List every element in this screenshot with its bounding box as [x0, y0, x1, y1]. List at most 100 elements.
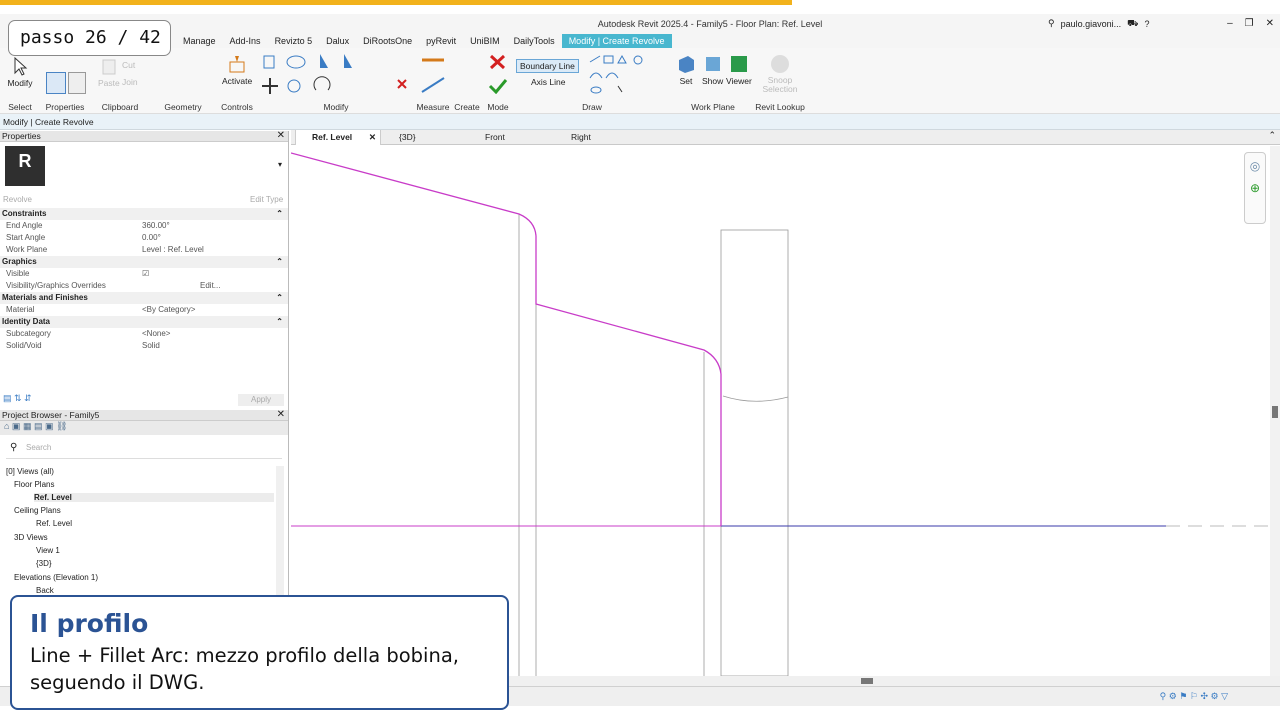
- tree-node-floor-plans[interactable]: Floor Plans: [14, 480, 54, 489]
- viewer-label: Viewer: [726, 76, 752, 86]
- tab-pyrevit[interactable]: pyRevit: [419, 36, 463, 46]
- horizontal-scroll-thumb[interactable]: [861, 678, 873, 684]
- tree-node-view1[interactable]: View 1: [36, 546, 60, 555]
- vertical-scrollbar[interactable]: [1270, 146, 1280, 676]
- apply-button[interactable]: Apply: [238, 394, 284, 406]
- category-graphics[interactable]: Graphics ⌃: [0, 256, 288, 268]
- tree-node-ref-level-ceiling[interactable]: Ref. Level: [36, 519, 72, 528]
- property-value[interactable]: Solid: [142, 340, 160, 352]
- tab-right[interactable]: Right: [555, 130, 639, 145]
- property-value[interactable]: <By Category>: [142, 304, 195, 316]
- navigation-bar[interactable]: ◎ ⊕: [1244, 152, 1266, 224]
- join-button[interactable]: Join: [122, 77, 138, 87]
- visible-checkbox[interactable]: ☑: [142, 268, 149, 280]
- modify-tools-icons[interactable]: [258, 50, 414, 100]
- tab-dailytools[interactable]: DailyTools: [507, 36, 562, 46]
- paste-button[interactable]: Paste: [98, 58, 120, 88]
- activate-button[interactable]: Activate: [222, 54, 252, 86]
- search-input[interactable]: Search: [26, 443, 51, 452]
- boundary-line-button[interactable]: Boundary Line: [516, 59, 579, 73]
- close-tab-icon[interactable]: ✕: [369, 130, 376, 145]
- property-value[interactable]: 0.00°: [142, 232, 161, 244]
- user-name[interactable]: paulo.giavoni...: [1061, 19, 1122, 29]
- property-value[interactable]: <None>: [142, 328, 170, 340]
- show-button[interactable]: Show: [702, 54, 723, 86]
- tab-dalux[interactable]: Dalux: [319, 36, 356, 46]
- tab-dirootsone[interactable]: DiRootsOne: [356, 36, 419, 46]
- category-materials[interactable]: Materials and Finishes ⌃: [0, 292, 288, 304]
- category-label: Identity Data: [2, 317, 51, 326]
- viewer-button[interactable]: Viewer: [726, 54, 752, 86]
- browser-header: Project Browser - Family5 ✕: [0, 409, 288, 421]
- properties-icon[interactable]: [46, 72, 66, 94]
- caption-title: Il profilo: [30, 609, 149, 638]
- type-selector[interactable]: R ▾: [0, 142, 288, 194]
- close-icon[interactable]: ✕: [277, 409, 285, 420]
- clipboard-group: Paste Cut Join Clipboard: [92, 48, 148, 114]
- measure-icon[interactable]: [416, 54, 452, 94]
- browser-search[interactable]: ⚲ Search: [6, 439, 282, 459]
- restore-icon[interactable]: ❐: [1245, 18, 1254, 29]
- chevron-down-icon[interactable]: ▾: [278, 160, 282, 169]
- tab-revizto[interactable]: Revizto 5: [268, 36, 320, 46]
- collapse-icon[interactable]: ⌃: [276, 292, 283, 304]
- tree-node-ref-level-floor[interactable]: Ref. Level: [34, 493, 274, 502]
- axis-line-button[interactable]: Axis Line: [531, 77, 566, 87]
- tree-node-ceiling-plans[interactable]: Ceiling Plans: [14, 506, 61, 515]
- tree-node-3d-views[interactable]: 3D Views: [14, 533, 48, 542]
- steering-wheel-icon[interactable]: ◎: [1245, 159, 1265, 173]
- sort-icons[interactable]: ▤ ⇅ ⇵: [3, 393, 32, 404]
- join-label: Join: [122, 77, 138, 87]
- tab-unibim[interactable]: UniBIM: [463, 36, 507, 46]
- tab-3d[interactable]: {3D}: [383, 130, 467, 145]
- finish-mode-icon[interactable]: [488, 78, 508, 94]
- cancel-mode-icon[interactable]: [488, 54, 508, 70]
- boundary-profile[interactable]: [290, 152, 722, 526]
- tab-modify-create-revolve[interactable]: Modify | Create Revolve: [561, 33, 672, 48]
- help-icon[interactable]: ?: [1144, 19, 1149, 29]
- binoculars-icon[interactable]: ⚲: [1048, 18, 1055, 29]
- category-identity[interactable]: Identity Data ⌃: [0, 316, 288, 328]
- tutorial-progress-bar: [0, 0, 792, 5]
- close-window-icon[interactable]: ✕: [1266, 18, 1274, 29]
- modify-button[interactable]: Modify: [4, 56, 36, 88]
- zoom-icon[interactable]: ⊕: [1245, 181, 1265, 195]
- category-constraints[interactable]: Constraints ⌃: [0, 208, 288, 220]
- tree-node-3d[interactable]: {3D}: [36, 559, 52, 568]
- property-value[interactable]: 360.00°: [142, 220, 170, 232]
- viewer-icon: [730, 56, 747, 72]
- tree-node-views[interactable]: [0] Views (all): [6, 467, 54, 476]
- close-icon[interactable]: ✕: [277, 130, 285, 141]
- draw-shapes-icons[interactable]: [588, 54, 668, 98]
- type-properties-icon[interactable]: [68, 72, 86, 94]
- edit-type-button[interactable]: Edit Type: [250, 194, 283, 206]
- tab-add-ins[interactable]: Add-Ins: [223, 36, 268, 46]
- snoop-selection-button[interactable]: Snoop Selection: [758, 54, 802, 94]
- tree-node-elevations[interactable]: Elevations (Elevation 1): [14, 573, 98, 582]
- property-row: Solid/Void Solid: [0, 340, 288, 352]
- user-area[interactable]: ⚲ paulo.giavoni... ⛟ ?: [1048, 18, 1149, 30]
- tab-menu-icon[interactable]: ⌃: [1268, 130, 1276, 141]
- vertical-scroll-thumb[interactable]: [1272, 406, 1278, 418]
- axis-line-label: Axis Line: [531, 77, 566, 87]
- group-label-modify: Modify: [323, 102, 349, 112]
- tree-node-back[interactable]: Back: [36, 586, 54, 595]
- tab-front[interactable]: Front: [469, 130, 553, 145]
- selection-filter-icons[interactable]: ⚲ ⚙ ⚑ ⚐ ✣ ⚙ ▽: [1160, 691, 1228, 702]
- collapse-icon[interactable]: ⌃: [276, 208, 283, 220]
- tab-ref-level[interactable]: Ref. Level ✕: [295, 130, 381, 145]
- browser-toolbar[interactable]: ⌂ ▣ ▦ ▤ ▣ ⛓: [0, 421, 288, 435]
- edit-overrides-button[interactable]: Edit...: [200, 280, 220, 292]
- step-counter: passo 26 / 42: [8, 20, 171, 56]
- cart-icon[interactable]: ⛟: [1127, 18, 1138, 30]
- tab-label: Right: [571, 132, 591, 142]
- group-label-select[interactable]: Select: [0, 102, 40, 112]
- property-value[interactable]: Level : Ref. Level: [142, 244, 204, 256]
- collapse-icon[interactable]: ⌃: [276, 256, 283, 268]
- tab-manage[interactable]: Manage: [176, 36, 223, 46]
- cut-button[interactable]: Cut: [122, 60, 135, 70]
- collapse-icon[interactable]: ⌃: [276, 316, 283, 328]
- geometry-group: Geometry: [148, 48, 218, 114]
- minimize-icon[interactable]: –: [1227, 18, 1233, 29]
- set-button[interactable]: Set: [676, 54, 696, 86]
